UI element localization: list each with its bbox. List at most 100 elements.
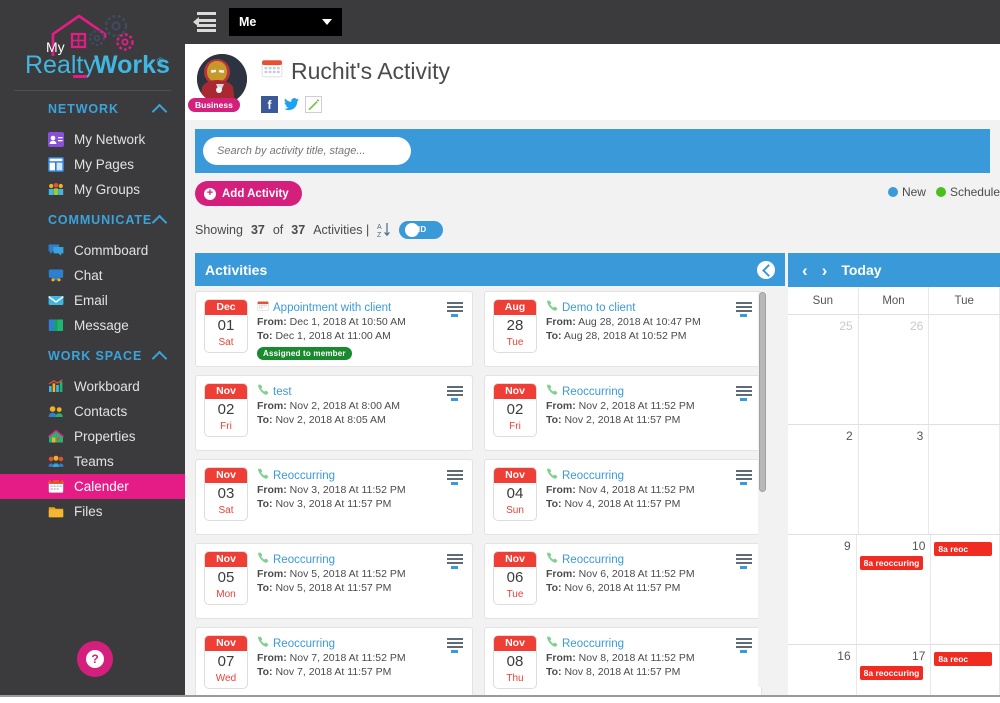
calendar-day-cell[interactable]: 10 8a reoccuring	[857, 535, 932, 644]
activity-from-value: Aug 28, 2018 At 10:47 PM	[578, 316, 701, 328]
calendar-day-cell[interactable]: 17 8a reoccuring	[857, 645, 932, 695]
activity-day: 05	[217, 569, 235, 586]
activity-card[interactable]: Aug 28 Tue Demo to client From: Aug 28, 2018…	[484, 291, 762, 367]
activity-day: 01	[217, 317, 235, 334]
calendar-day-cell[interactable]: 8a reoc	[931, 645, 1000, 695]
sidebar-item-contacts[interactable]: Contacts	[0, 399, 185, 424]
add-activity-button[interactable]: + Add Activity	[195, 181, 302, 206]
activity-title[interactable]: Reoccurring	[546, 636, 753, 651]
grid-view-toggle[interactable]: GRID	[399, 221, 444, 239]
sort-az-icon[interactable]: AZ	[377, 222, 391, 239]
calendar-icon	[257, 300, 269, 315]
calendar-day-cell[interactable]	[929, 425, 1000, 534]
activity-card[interactable]: Dec 01 Sat Appointment with client From: Dec…	[195, 291, 473, 367]
sidebar-item-message[interactable]: Message	[0, 313, 185, 338]
collapse-sidebar-icon[interactable]	[193, 12, 217, 32]
activity-menu-icon[interactable]	[447, 302, 463, 317]
activity-menu-icon[interactable]	[447, 554, 463, 569]
activity-from-label: From:	[257, 484, 287, 496]
activity-menu-icon[interactable]	[736, 386, 752, 401]
calendar-day-cell[interactable]: 9	[788, 535, 857, 644]
activity-title[interactable]: Appointment with client	[257, 300, 464, 315]
calendar-event[interactable]: 8a reoccuring	[859, 556, 924, 570]
edit-icon[interactable]	[305, 96, 322, 113]
chevron-left-icon[interactable]: ‹	[802, 262, 808, 279]
activity-menu-icon[interactable]	[736, 302, 752, 317]
page-title: Ruchit's Activity	[261, 58, 450, 85]
email-icon	[48, 293, 64, 308]
activity-to: To: Nov 3, 2018 At 11:57 PM	[257, 497, 464, 511]
activity-title[interactable]: Reoccurring	[257, 552, 464, 567]
scope-select[interactable]: Me	[229, 8, 342, 36]
add-activity-label: Add Activity	[222, 187, 289, 200]
sidebar-item-my-pages[interactable]: My Pages	[0, 152, 185, 177]
calendar-day-cell[interactable]: 26	[859, 315, 930, 424]
activity-menu-icon[interactable]	[736, 638, 752, 653]
calendar-event[interactable]: 8a reoc	[934, 652, 992, 666]
calendar-today-button[interactable]: Today	[841, 262, 881, 278]
sidebar-section-communicate[interactable]: COMMUNICATE	[0, 202, 185, 238]
activity-title[interactable]: Reoccurring	[257, 468, 464, 483]
sidebar-section-work-space[interactable]: WORK SPACE	[0, 338, 185, 374]
chevron-up-icon[interactable]	[153, 102, 167, 116]
calendar-event[interactable]: 8a reoc	[934, 542, 992, 556]
calendar-day-cell[interactable]: 2	[788, 425, 859, 534]
chevron-left-circle-icon[interactable]	[757, 260, 775, 279]
activity-card[interactable]: Nov 04 Sun Reoccurring From: Nov 4, 2018 At …	[484, 459, 762, 535]
activity-title[interactable]: test	[257, 384, 464, 399]
sidebar-item-properties[interactable]: Properties	[0, 424, 185, 449]
search-input[interactable]	[203, 137, 411, 165]
sidebar-item-teams[interactable]: Teams	[0, 449, 185, 474]
activity-title[interactable]: Reoccurring	[546, 384, 753, 399]
calendar-day-cell[interactable]: 8a reoc	[931, 535, 1000, 644]
activity-card[interactable]: Nov 06 Tue Reoccurring From: Nov 6, 2018 At …	[484, 543, 762, 619]
sidebar-section-network[interactable]: NETWORK	[0, 91, 185, 127]
sidebar-item-files[interactable]: Files	[0, 499, 185, 524]
sidebar-item-commboard[interactable]: Commboard	[0, 238, 185, 263]
sidebar-item-my-network[interactable]: My Network	[0, 127, 185, 152]
calendar-week-row: 25 26	[788, 315, 1000, 425]
activity-card[interactable]: Nov 03 Sat Reoccurring From: Nov 3, 2018 At …	[195, 459, 473, 535]
chevron-up-icon[interactable]	[153, 213, 167, 227]
activity-menu-icon[interactable]	[447, 470, 463, 485]
activity-title[interactable]: Demo to client	[546, 300, 753, 315]
activity-title[interactable]: Reoccurring	[257, 636, 464, 651]
activity-card[interactable]: Nov 05 Mon Reoccurring From: Nov 5, 2018 At …	[195, 543, 473, 619]
scrollbar-thumb[interactable]	[759, 292, 766, 492]
sidebar-item-calender[interactable]: Calender	[0, 474, 185, 499]
activity-title[interactable]: Reoccurring	[546, 468, 753, 483]
help-button[interactable]: ?	[77, 641, 113, 677]
brand-logo[interactable]: My Realty Works ®	[0, 0, 185, 86]
avatar[interactable]	[197, 54, 247, 104]
calendar-day-cell[interactable]: 3	[859, 425, 930, 534]
sidebar-item-email[interactable]: Email	[0, 288, 185, 313]
activities-scroll-area[interactable]: Dec 01 Sat Appointment with client From: Dec…	[195, 286, 785, 695]
chevron-right-icon[interactable]: ›	[822, 262, 828, 279]
activity-menu-icon[interactable]	[736, 554, 752, 569]
sidebar-item-chat[interactable]: Chat	[0, 263, 185, 288]
activity-card[interactable]: Nov 02 Fri test From: Nov 2, 2018 At 8:00 AM…	[195, 375, 473, 451]
calendar-day-number: 26	[909, 319, 924, 333]
activity-card[interactable]: Nov 07 Wed Reoccurring From: Nov 7, 2018 At …	[195, 627, 473, 695]
sidebar-item-my-groups[interactable]: My Groups	[0, 177, 185, 202]
calendar-day-cell[interactable]: 16	[788, 645, 857, 695]
activity-menu-icon[interactable]	[736, 470, 752, 485]
calendar-week-row: 16 17 8a reoccuring 8a reoc	[788, 645, 1000, 695]
activities-panel-header: Activities	[195, 253, 785, 286]
activity-card[interactable]: Nov 08 Thu Reoccurring From: Nov 8, 2018 At …	[484, 627, 762, 695]
chevron-up-icon[interactable]	[153, 349, 167, 363]
calendar-day-cell[interactable]	[929, 315, 1000, 424]
twitter-icon[interactable]	[283, 96, 300, 113]
activity-menu-icon[interactable]	[447, 386, 463, 401]
activities-scrollbar[interactable]	[758, 292, 767, 687]
activity-month: Nov	[494, 468, 536, 483]
activity-to-label: To:	[257, 582, 273, 594]
activity-weekday: Fri	[509, 421, 521, 432]
activity-menu-icon[interactable]	[447, 638, 463, 653]
calendar-day-cell[interactable]: 25	[788, 315, 859, 424]
activity-title[interactable]: Reoccurring	[546, 552, 753, 567]
sidebar-item-workboard[interactable]: Workboard	[0, 374, 185, 399]
activity-card[interactable]: Nov 02 Fri Reoccurring From: Nov 2, 2018 At …	[484, 375, 762, 451]
calendar-event[interactable]: 8a reoccuring	[859, 666, 924, 680]
facebook-icon[interactable]: f	[261, 96, 278, 113]
